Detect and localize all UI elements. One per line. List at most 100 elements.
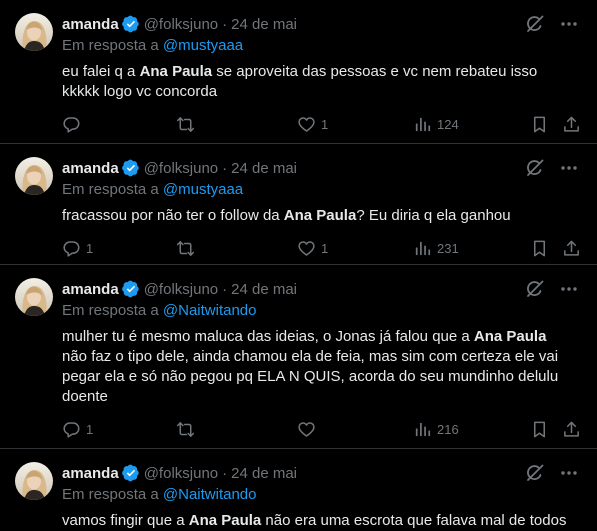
separator-dot: · xyxy=(222,159,228,177)
tweet[interactable]: amanda @folksjuno · 24 de mai Em respost… xyxy=(0,449,597,529)
text-line: pegar ela e só não pegou pq ELA N QUIS, … xyxy=(62,368,559,385)
bookmark-button[interactable] xyxy=(530,113,549,135)
grok-icon[interactable] xyxy=(525,279,545,299)
author-handle[interactable]: @folksjuno xyxy=(144,160,218,177)
tweet[interactable]: amanda @folksjuno · 24 de mai Em respost… xyxy=(0,0,597,144)
tweet-text: mulher tu é mesmo maluca das ideias, o J… xyxy=(62,327,581,407)
reply-button[interactable]: 1 xyxy=(62,418,93,440)
retweet-button[interactable] xyxy=(176,418,195,440)
avatar[interactable] xyxy=(15,13,53,51)
like-button[interactable] xyxy=(297,418,321,440)
tweet-text: eu falei q a Ana Paula se aproveita das … xyxy=(62,62,581,102)
retweet-button[interactable] xyxy=(176,113,195,135)
author-name[interactable]: amanda xyxy=(62,281,119,298)
views-button[interactable]: 231 xyxy=(413,237,459,259)
reply-icon xyxy=(62,115,81,134)
retweet-icon xyxy=(176,239,195,258)
more-icon[interactable] xyxy=(559,14,579,34)
tweet-text: fracassou por não ter o follow da Ana Pa… xyxy=(62,206,581,226)
author-name[interactable]: amanda xyxy=(62,465,119,482)
reply-mention[interactable]: @Naitwitando xyxy=(163,302,257,319)
separator-dot: · xyxy=(222,464,228,482)
views-icon xyxy=(413,115,432,134)
views-icon xyxy=(413,239,432,258)
grok-icon[interactable] xyxy=(525,463,545,483)
text-segment: se aproveita das pessoas e vc nem rebate… xyxy=(212,63,538,80)
reply-button[interactable] xyxy=(62,113,86,135)
reply-icon xyxy=(62,239,81,258)
author-handle[interactable]: @folksjuno xyxy=(144,16,218,33)
share-icon xyxy=(562,420,581,439)
reply-prefix: Em resposta a xyxy=(62,37,163,54)
verified-badge-icon xyxy=(122,464,140,482)
like-icon xyxy=(297,420,316,439)
reply-context: Em resposta a @mustyaaa xyxy=(62,36,581,56)
reply-prefix: Em resposta a xyxy=(62,486,163,503)
text-segment: mulher tu é mesmo maluca das ideias, o J… xyxy=(62,328,474,345)
share-button[interactable] xyxy=(562,113,581,135)
more-icon[interactable] xyxy=(559,279,579,299)
reply-count: 1 xyxy=(86,240,94,256)
retweet-icon xyxy=(176,115,195,134)
author-name[interactable]: amanda xyxy=(62,16,119,33)
tweet-date[interactable]: 24 de mai xyxy=(231,16,297,33)
tweet-date[interactable]: 24 de mai xyxy=(231,465,297,482)
reply-icon xyxy=(62,420,81,439)
author-handle[interactable]: @folksjuno xyxy=(144,281,218,298)
separator-dot: · xyxy=(222,15,228,33)
like-icon xyxy=(297,115,316,134)
bookmark-icon xyxy=(530,239,549,258)
reply-context: Em resposta a @Naitwitando xyxy=(62,485,581,505)
tweet-date[interactable]: 24 de mai xyxy=(231,281,297,298)
grok-icon[interactable] xyxy=(525,14,545,34)
like-button[interactable]: 1 xyxy=(297,113,328,135)
tweet-text: vamos fingir que a Ana Paula não era uma… xyxy=(62,511,581,531)
tweet-date[interactable]: 24 de mai xyxy=(231,160,297,177)
verified-badge-icon xyxy=(122,159,140,177)
bold-name: Ana Paula xyxy=(188,512,262,529)
reply-mention[interactable]: @Naitwitando xyxy=(163,486,257,503)
author-name[interactable]: amanda xyxy=(62,160,119,177)
bookmark-button[interactable] xyxy=(530,418,549,440)
separator-dot: · xyxy=(222,280,228,298)
share-icon xyxy=(562,115,581,134)
bold-name: Ana Paula xyxy=(473,328,547,345)
text-line: doente xyxy=(62,388,108,405)
tweet[interactable]: amanda @folksjuno · 24 de mai Em respost… xyxy=(0,265,597,449)
share-button[interactable] xyxy=(562,237,581,259)
text-segment: eu falei q a xyxy=(62,63,140,80)
like-count: 1 xyxy=(321,116,329,132)
bookmark-button[interactable] xyxy=(530,237,549,259)
author-handle[interactable]: @folksjuno xyxy=(144,465,218,482)
bookmark-icon xyxy=(530,115,549,134)
reply-context: Em resposta a @mustyaaa xyxy=(62,180,581,200)
avatar[interactable] xyxy=(15,157,53,195)
share-button[interactable] xyxy=(562,418,581,440)
like-count: 1 xyxy=(321,240,329,256)
text-line: kkkkk logo vc concorda xyxy=(62,83,218,100)
views-button[interactable]: 216 xyxy=(413,418,459,440)
view-count: 216 xyxy=(437,421,459,437)
grok-icon[interactable] xyxy=(525,158,545,178)
reply-prefix: Em resposta a xyxy=(62,181,163,198)
like-button[interactable]: 1 xyxy=(297,237,328,259)
more-icon[interactable] xyxy=(559,463,579,483)
reply-button[interactable]: 1 xyxy=(62,237,93,259)
bold-name: Ana Paula xyxy=(283,207,357,224)
verified-badge-icon xyxy=(122,15,140,33)
tweet[interactable]: amanda @folksjuno · 24 de mai Em respost… xyxy=(0,144,597,265)
like-icon xyxy=(297,239,316,258)
view-count: 231 xyxy=(437,240,459,256)
avatar[interactable] xyxy=(15,278,53,316)
more-icon[interactable] xyxy=(559,158,579,178)
views-button[interactable]: 124 xyxy=(413,113,459,135)
reply-mention[interactable]: @mustyaaa xyxy=(163,181,243,198)
verified-badge-icon xyxy=(122,280,140,298)
reply-mention[interactable]: @mustyaaa xyxy=(163,37,243,54)
avatar[interactable] xyxy=(15,462,53,500)
text-segment: fracassou por não ter o follow da xyxy=(62,207,284,224)
retweet-button[interactable] xyxy=(176,237,195,259)
reply-count: 1 xyxy=(86,421,94,437)
share-icon xyxy=(562,239,581,258)
bold-name: Ana Paula xyxy=(139,63,213,80)
